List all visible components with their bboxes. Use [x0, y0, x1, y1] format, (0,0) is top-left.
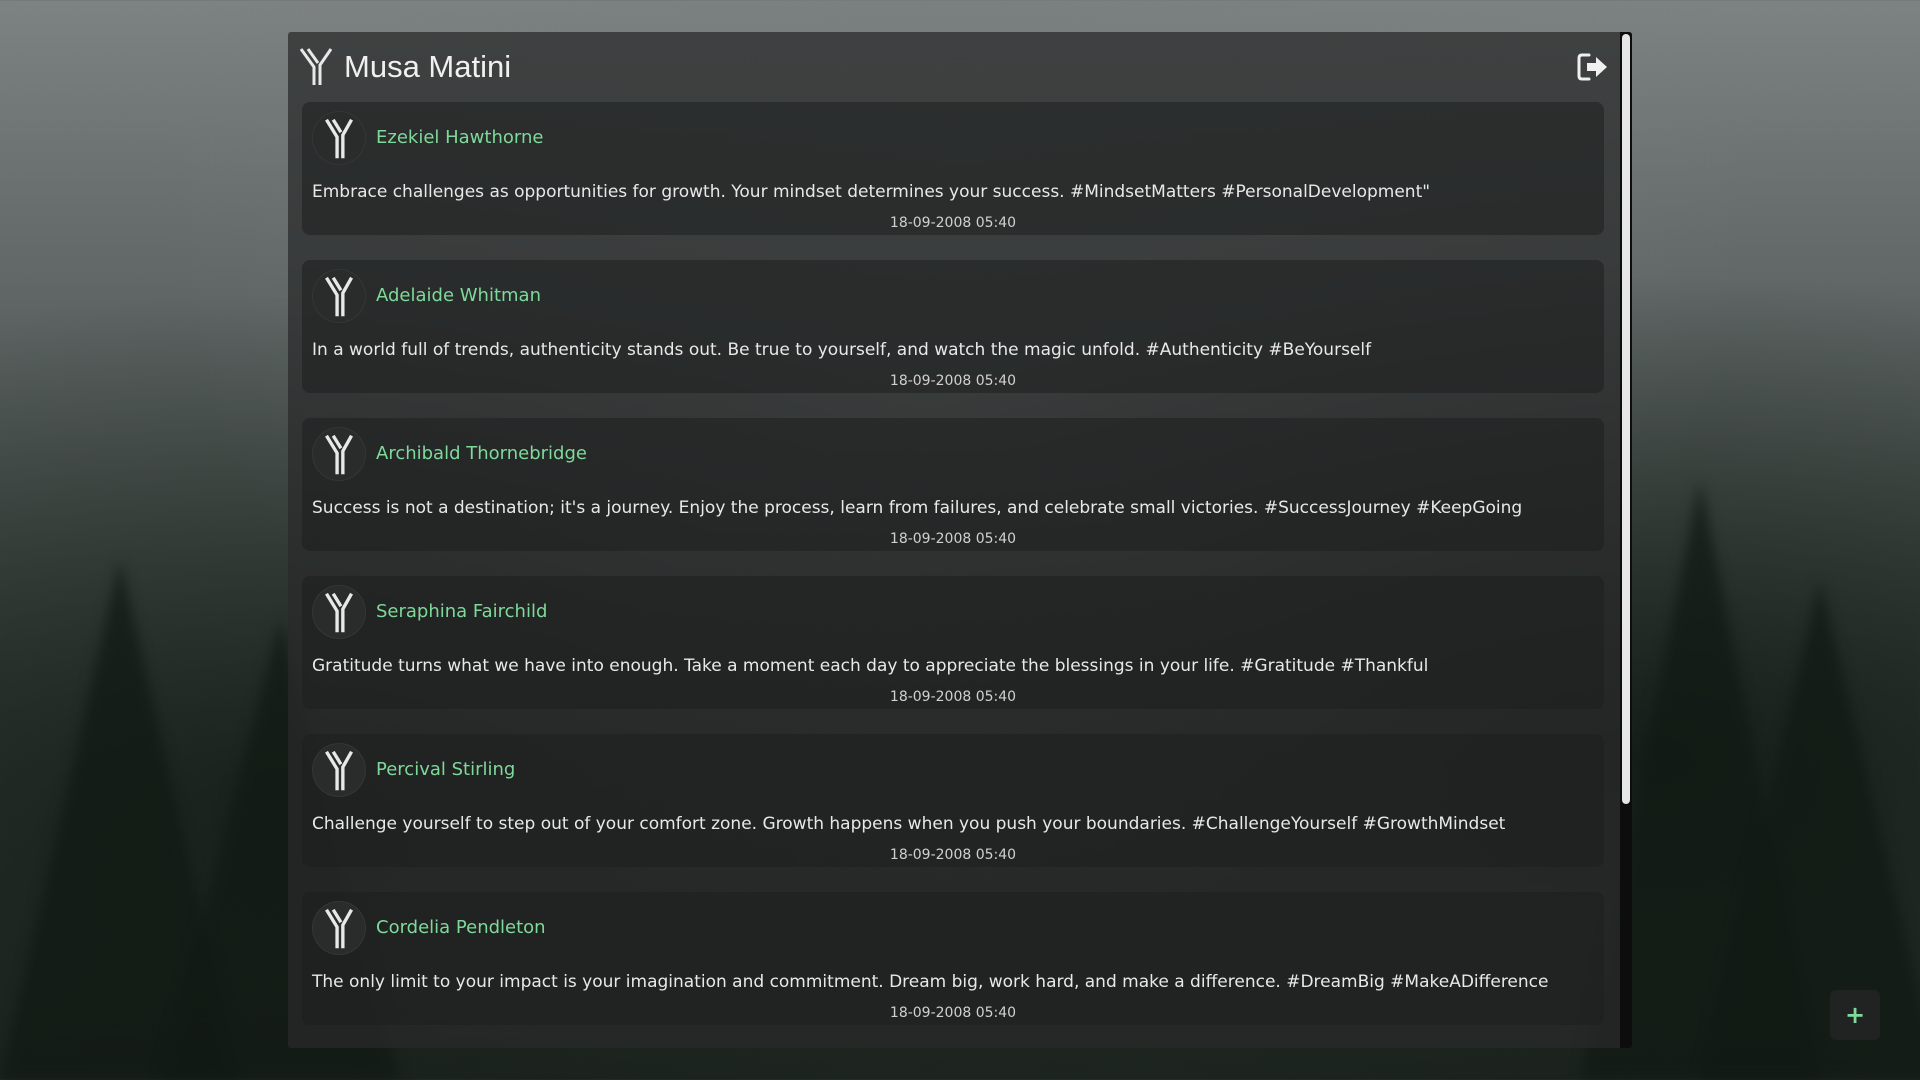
post-text: Challenge yourself to step out of your c…: [312, 814, 1506, 834]
avatar[interactable]: [312, 111, 366, 165]
post-author-link[interactable]: Seraphina Fairchild: [376, 601, 547, 622]
avatar[interactable]: [312, 427, 366, 481]
feed-panel: Musa Matini Ezekiel Hawthorne Embrace ch…: [288, 32, 1632, 1048]
add-post-button[interactable]: +: [1830, 990, 1880, 1040]
post-timestamp: 18-09-2008 05:40: [889, 689, 1017, 705]
avatar[interactable]: [312, 585, 366, 639]
post-feed[interactable]: Ezekiel Hawthorne Embrace challenges as …: [302, 102, 1604, 1048]
post-text: Embrace challenges as opportunities for …: [312, 182, 1431, 202]
post-text: Gratitude turns what we have into enough…: [312, 656, 1429, 676]
post-card: Seraphina Fairchild Gratitude turns what…: [302, 576, 1604, 709]
background-tree: [1700, 580, 1920, 1080]
logout-icon[interactable]: [1576, 50, 1610, 84]
post-author-link[interactable]: Cordelia Pendleton: [376, 917, 546, 938]
post-card: Percival Stirling Challenge yourself to …: [302, 734, 1604, 867]
post-timestamp: 18-09-2008 05:40: [889, 1005, 1017, 1021]
post-author-link[interactable]: Ezekiel Hawthorne: [376, 127, 543, 148]
post-author-link[interactable]: Percival Stirling: [376, 759, 515, 780]
post-author-link[interactable]: Archibald Thornebridge: [376, 443, 587, 464]
scrollbar-thumb[interactable]: [1622, 34, 1630, 804]
avatar[interactable]: [312, 743, 366, 797]
post-text: In a world full of trends, authenticity …: [312, 340, 1372, 360]
header: Musa Matini: [288, 32, 1632, 102]
post-card: Ezekiel Hawthorne Embrace challenges as …: [302, 102, 1604, 235]
page-title: Musa Matini: [344, 49, 512, 84]
post-text: The only limit to your impact is your im…: [312, 972, 1549, 992]
avatar[interactable]: [312, 269, 366, 323]
plus-icon: +: [1844, 1001, 1866, 1029]
post-timestamp: 18-09-2008 05:40: [889, 215, 1017, 231]
post-card: Adelaide Whitman In a world full of tren…: [302, 260, 1604, 393]
y-logo-icon: [298, 47, 334, 87]
post-card: Archibald Thornebridge Success is not a …: [302, 418, 1604, 551]
post-card: Cordelia Pendleton The only limit to you…: [302, 892, 1604, 1025]
post-timestamp: 18-09-2008 05:40: [889, 847, 1017, 863]
post-author-link[interactable]: Adelaide Whitman: [376, 285, 541, 306]
scrollbar[interactable]: [1620, 32, 1632, 1048]
post-text: Success is not a destination; it's a jou…: [312, 498, 1523, 518]
avatar[interactable]: [312, 901, 366, 955]
post-timestamp: 18-09-2008 05:40: [889, 531, 1017, 547]
post-timestamp: 18-09-2008 05:40: [889, 373, 1017, 389]
